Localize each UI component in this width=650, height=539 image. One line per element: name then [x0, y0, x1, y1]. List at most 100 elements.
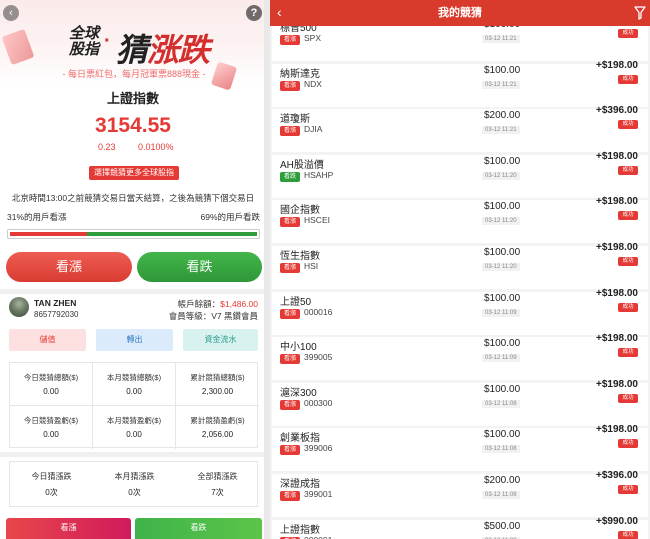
- stat-cell: 今日競猜總額($) 0.00: [10, 363, 93, 406]
- count-cell: 全部猜漲跌 7次: [176, 462, 259, 506]
- stat-label: 今日競猜盈虧($): [23, 416, 79, 425]
- count-cell: 今日猜漲跌 0次: [10, 462, 93, 506]
- guess-record-row[interactable]: 納斯達克 看漲 NDX $100.00 03-12 11:21 +$198.00 成功: [272, 60, 648, 107]
- logo-updown-chars: 涨跌: [147, 32, 210, 68]
- profit-amount: +$198.00: [596, 378, 638, 390]
- sentiment-ratio-track: [10, 232, 257, 236]
- status-badge: 成功: [618, 257, 638, 266]
- index-code: 399006: [304, 443, 333, 454]
- index-change-percent: 0.0100%: [138, 142, 174, 152]
- index-code: HSI: [304, 261, 319, 271]
- status-badge: 成功: [618, 393, 638, 403]
- guess-record-row[interactable]: 上證50 看漲 000016 $100.00 03-12 11:09 +$198.00 成功: [272, 288, 648, 335]
- count-cell: 本月猜漲跌 0次: [93, 462, 176, 506]
- avatar: [9, 297, 29, 317]
- guess-count-summary: 今日猜漲跌 0次 本月猜漲跌 0次 全部猜漲跌 7次: [9, 461, 258, 507]
- bullish-ratio-fill: [10, 232, 87, 236]
- logo-guess-char: 猜: [116, 32, 148, 68]
- logo-global-index: 全球股指: [68, 25, 99, 58]
- bet-amount: $100.00: [484, 26, 520, 30]
- withdraw-button[interactable]: 轉出: [96, 329, 173, 351]
- count-value: 7次: [211, 488, 224, 497]
- section-divider: [0, 289, 266, 294]
- member-level: 會員等級：V7 黑鑽會員: [168, 311, 258, 321]
- guess-record-row[interactable]: 創業板指 看漲 399006 $100.00 03-12 11:08 +$198.00 成功: [272, 424, 648, 472]
- help-icon[interactable]: ?: [246, 5, 262, 21]
- profit-amount: +$198.00: [596, 424, 638, 436]
- filter-icon[interactable]: [634, 6, 646, 20]
- bet-amount: $200.00: [484, 475, 521, 486]
- index-code: 000016: [304, 306, 333, 317]
- stat-value: 0.00: [43, 430, 59, 439]
- bullish-percentage-label: 31%的用戶看漲: [7, 212, 67, 222]
- stat-label: 今日競猜總額($): [23, 373, 79, 382]
- guess-main-panel: ‹ ? 全球股指 · 猜涨跌 - 每日票紅包，每月冠軍票888現金 - 上證指數…: [0, 0, 266, 539]
- index-change: 0.23: [98, 142, 116, 152]
- count-label: 全部猜漲跌: [197, 472, 238, 481]
- profit-amount: +$396.00: [596, 105, 638, 117]
- direction-tag: 看漲: [280, 217, 300, 228]
- guess-record-row[interactable]: AH股溢價 看跌 HSAHP $100.00 03-12 11:20 +$198.00 成功: [272, 151, 648, 198]
- status-badge: 成功: [618, 485, 638, 494]
- index-code: 000300: [304, 397, 333, 408]
- index-code: 399005: [304, 352, 333, 363]
- guess-up-button[interactable]: 看漲: [6, 252, 132, 282]
- bet-time: 03-12 11:21: [482, 126, 520, 135]
- guess-record-row[interactable]: 道瓊斯 看漲 DJIA $200.00 03-12 11:21 +$396.00 成功: [272, 105, 648, 153]
- guess-record-row[interactable]: 國企指數 看漲 HSCEI $100.00 03-12 11:20 +$198.00 成功: [272, 196, 648, 244]
- index-value: 3154.55: [95, 114, 171, 137]
- bet-time: 03-12 11:09: [482, 354, 520, 363]
- tab-up-list[interactable]: 看漲: [6, 518, 131, 539]
- stat-cell: 累計競猜總額($) 2,300.00: [176, 363, 259, 406]
- index-name: 道瓊斯: [280, 114, 310, 126]
- profit-amount: +$198.00: [596, 196, 638, 208]
- bet-time: 03-12 11:21: [482, 80, 520, 89]
- bet-amount: $100.00: [484, 338, 521, 350]
- logo-dot: ·: [104, 30, 111, 52]
- sentiment-ratio-bar: [7, 229, 260, 239]
- bet-time: 03-12 11:09: [482, 308, 520, 317]
- guess-record-row[interactable]: 恆生指數 看漲 HSI $100.00 03-12 11:20 +$198.00 成功: [272, 242, 648, 289]
- promo-banner: ‹ ? 全球股指 · 猜涨跌 - 每日票紅包，每月冠軍票888現金 -: [0, 0, 266, 91]
- deposit-button[interactable]: 儲值: [9, 329, 86, 351]
- bet-time: 03-12 11:08: [482, 445, 520, 454]
- choose-more-indices-button[interactable]: 選擇競猜更多全球股指: [89, 166, 179, 180]
- bet-amount: $100.00: [484, 383, 521, 395]
- bet-amount: $100.00: [484, 64, 521, 76]
- fund-flow-button[interactable]: 資金流水: [183, 329, 258, 351]
- guess-record-row[interactable]: 上證指數看漲000001$500.0003-12 11:08+$990.00成功: [272, 516, 648, 539]
- tab-down-list[interactable]: 看跌: [135, 518, 262, 539]
- stat-value: 2,300.00: [201, 387, 234, 396]
- index-name: 恆生指數: [280, 251, 320, 262]
- count-value: 0次: [128, 488, 141, 497]
- guess-record-row[interactable]: 深證成指 看漲 399001 $200.00 03-12 11:08 +$396.00 成功: [272, 470, 648, 517]
- bet-time: 03-12 11:20: [482, 217, 520, 226]
- direction-tag: 看漲: [280, 354, 300, 365]
- stat-value: 0.00: [126, 430, 142, 439]
- index-name: 上證50: [280, 296, 312, 308]
- bet-time: 03-12 11:08: [482, 491, 520, 499]
- index-name: 中小100: [280, 342, 317, 354]
- direction-tag: 看漲: [280, 445, 300, 456]
- back-icon[interactable]: ‹: [3, 5, 19, 21]
- index-name: 國企指數: [280, 205, 320, 217]
- index-name: 上證指數: [106, 91, 159, 106]
- promo-slogan: - 每日票紅包，每月冠軍票888現金 -: [62, 69, 206, 79]
- index-code: 000001: [304, 535, 332, 539]
- guess-record-row[interactable]: 滬深300 看漲 000300 $100.00 03-12 11:08 +$198.00 成…: [272, 379, 648, 426]
- profit-amount: +$198.00: [596, 333, 638, 345]
- status-badge: 成功: [618, 29, 638, 38]
- stat-cell: 本月競猜盈虧($) 0.00: [93, 406, 176, 449]
- stat-value: 0.00: [43, 387, 59, 396]
- guess-history-list[interactable]: 標普500看漲SPX$100.0003-12 11:21+$198.00成功納斯…: [270, 26, 650, 539]
- index-name: 上證指數: [280, 524, 320, 536]
- guess-record-row[interactable]: 標普500看漲SPX$100.0003-12 11:21+$198.00成功: [272, 26, 648, 61]
- guess-down-button[interactable]: 看跌: [137, 252, 262, 282]
- direction-tag: 看漲: [280, 308, 300, 319]
- profit-amount: +$990.00: [596, 515, 638, 527]
- guess-record-row[interactable]: 中小100 看漲 399005 $100.00 03-12 11:09 +$198.00 成…: [272, 333, 648, 381]
- stat-label: 累計競猜盈虧($): [190, 416, 245, 425]
- bet-amount: $100.00: [484, 247, 521, 258]
- red-envelope-decoration-left: [1, 28, 35, 66]
- stat-value: 2,056.00: [201, 430, 234, 439]
